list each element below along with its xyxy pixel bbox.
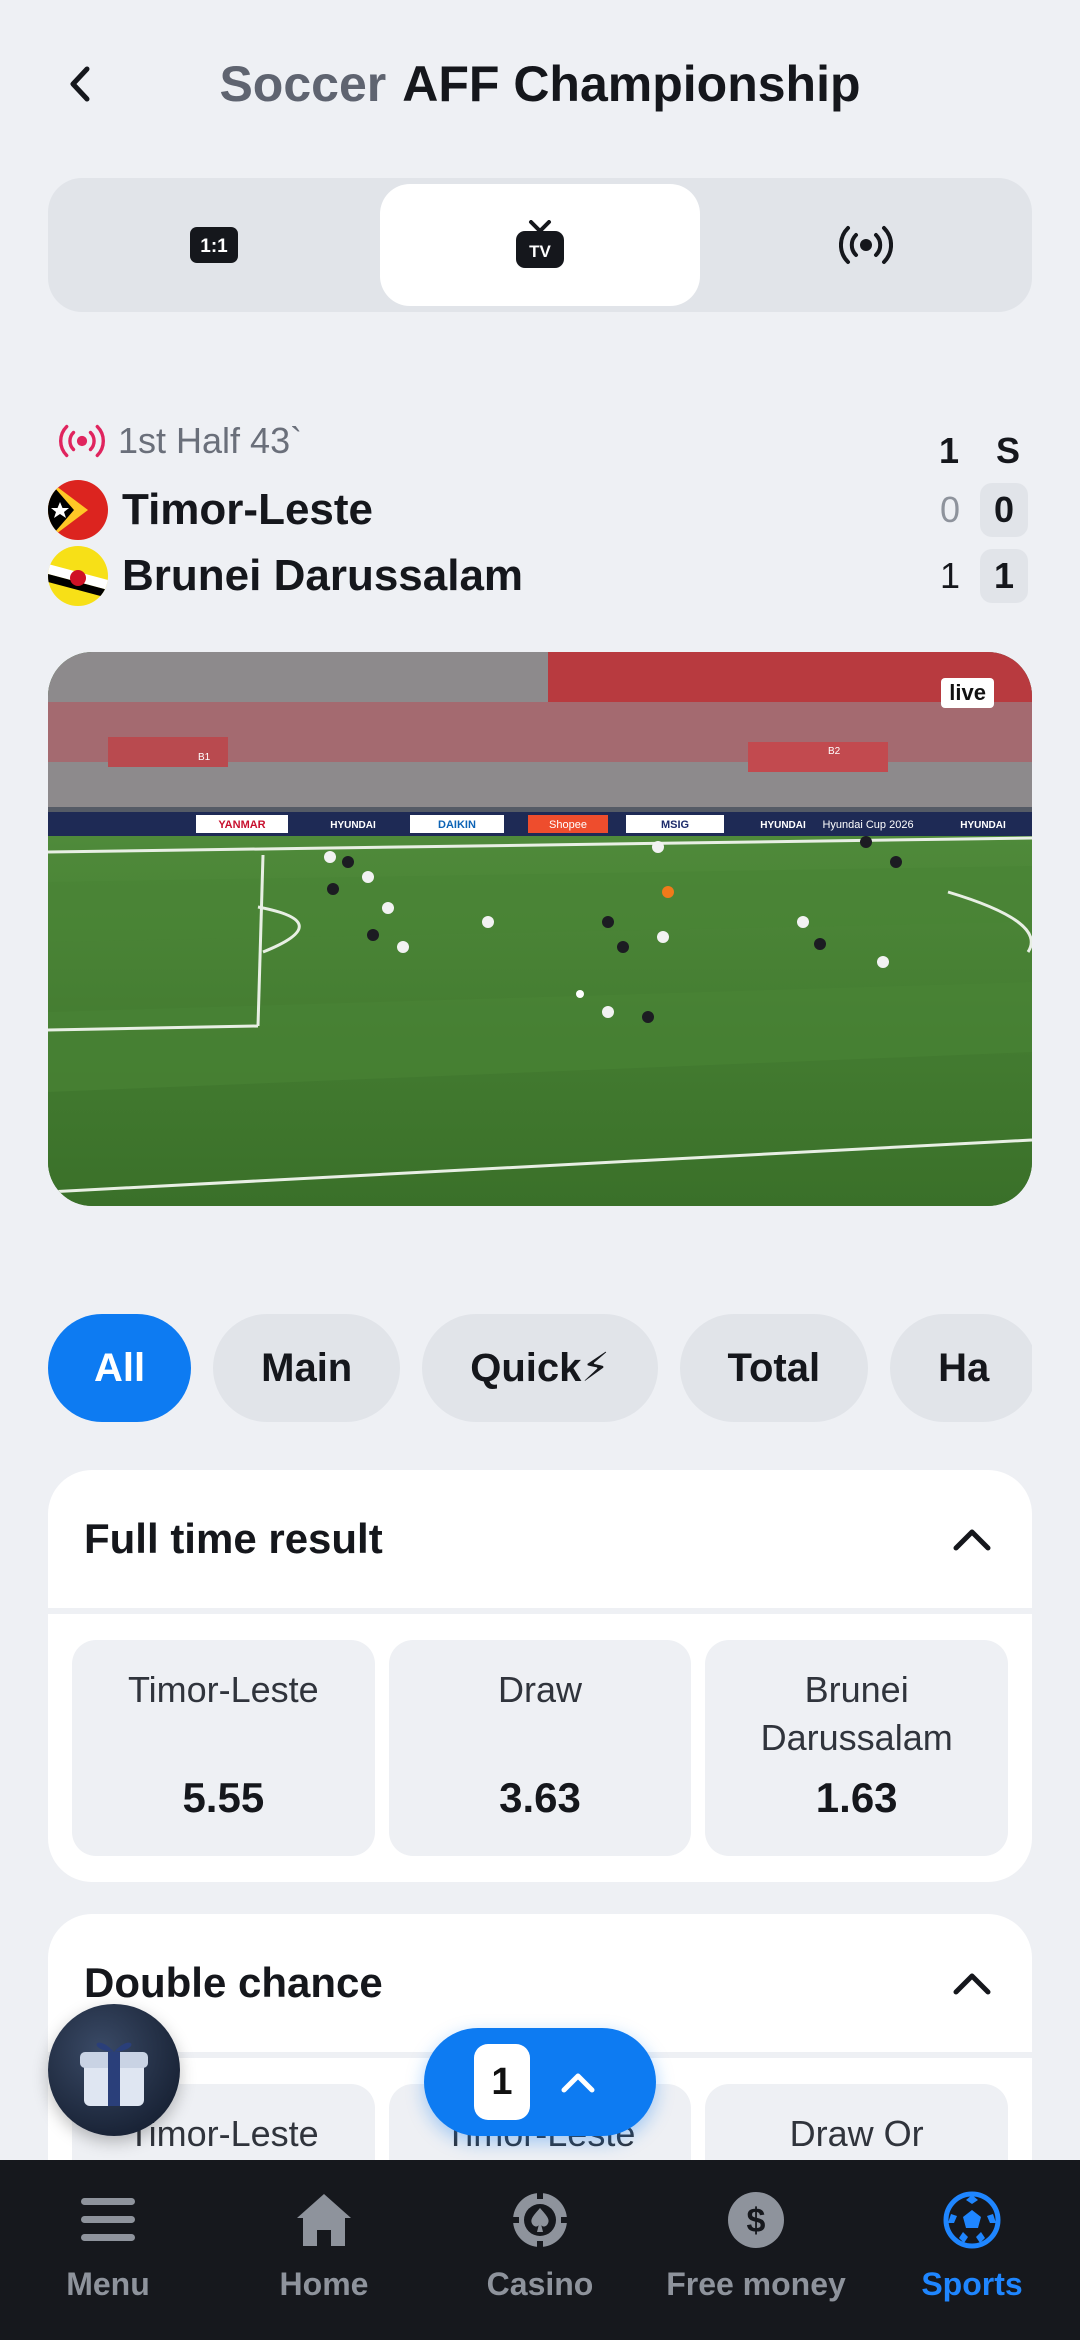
- team-half-score: 1: [939, 555, 961, 596]
- live-video-player[interactable]: YANMAR HYUNDAI DAIKIN Shopee MSIG HYUNDA…: [48, 652, 1032, 1206]
- chevron-up-icon: [953, 1529, 991, 1551]
- tv-icon: TV: [516, 220, 564, 268]
- tab-tv[interactable]: TV: [380, 184, 700, 306]
- team-name: Brunei Darussalam: [122, 551, 524, 600]
- tab-label: Menu: [66, 2266, 150, 2302]
- home-icon: [297, 2194, 351, 2246]
- casino-chip-icon: [511, 2191, 569, 2249]
- chip-total[interactable]: Total: [679, 1314, 869, 1422]
- match-status: 1st Half 43`: [58, 420, 302, 462]
- score-header-half: 1: [938, 430, 960, 471]
- market-title: Double chance: [84, 1959, 383, 2006]
- one-vs-one-icon: 1:1: [190, 227, 238, 263]
- chip-main[interactable]: Main: [213, 1314, 401, 1422]
- dollar-icon: $: [728, 2192, 784, 2248]
- bottom-tab-bar: Menu Home Casino $ Free money Sports: [0, 2160, 1080, 2340]
- betslip-count: 1: [474, 2044, 530, 2120]
- tab-free-money[interactable]: $ Free money: [648, 2160, 864, 2340]
- market-header[interactable]: Full time result: [48, 1470, 1032, 1614]
- market-card-full-time: Full time result Timor-Leste 5.55 Draw 3…: [48, 1470, 1032, 1882]
- tab-label: Free money: [666, 2266, 846, 2302]
- chevron-up-icon: [561, 2073, 595, 2093]
- sport-label: Soccer: [219, 56, 387, 112]
- betslip-button[interactable]: 1: [424, 2028, 656, 2136]
- svg-text:HYUNDAI: HYUNDAI: [330, 820, 376, 831]
- odd-button-draw[interactable]: Draw 3.63: [388, 1640, 692, 1856]
- odd-button-home[interactable]: Timor-Leste 5.55: [72, 1640, 375, 1856]
- live-icon: [59, 424, 105, 458]
- page-title: Soccer AFF Championship: [0, 52, 1080, 116]
- team-half-score: 0: [939, 489, 961, 530]
- header: Soccer AFF Championship: [0, 0, 1080, 168]
- live-badge: live: [941, 678, 994, 708]
- league-label: AFF Championship: [402, 56, 861, 112]
- odd-label: Timor-Leste: [127, 1669, 319, 1710]
- live-broadcast-icon: [839, 226, 893, 264]
- tab-casino[interactable]: Casino: [432, 2160, 648, 2340]
- tab-label: Home: [279, 2266, 369, 2302]
- odds-row: Timor-Leste 5.55 Draw 3.63 Brunei Daruss…: [48, 1614, 1032, 1880]
- odd-label: Draw: [498, 1669, 583, 1710]
- team-name: Timor-Leste: [122, 485, 374, 534]
- svg-text:B1: B1: [198, 752, 211, 763]
- tab-label: Casino: [486, 2266, 594, 2302]
- svg-text:TV: TV: [529, 242, 551, 261]
- chevron-up-icon: [953, 1973, 991, 1995]
- svg-text:HYUNDAI: HYUNDAI: [960, 820, 1006, 831]
- svg-text:Hyundai Cup 2026: Hyundai Cup 2026: [822, 819, 913, 831]
- market-filter-chips: All Main Quick⚡ Total Ha: [48, 1314, 1032, 1422]
- svg-text:$: $: [747, 2202, 766, 2240]
- video-frame: YANMAR HYUNDAI DAIKIN Shopee MSIG HYUNDA…: [48, 652, 1032, 1206]
- tab-menu[interactable]: Menu: [0, 2160, 216, 2340]
- score-header-total: S: [995, 430, 1020, 471]
- gift-button[interactable]: [48, 2004, 180, 2136]
- menu-icon: [81, 2198, 135, 2241]
- odd-label: Brunei Darussalam: [760, 1669, 953, 1758]
- tab-label: Sports: [921, 2266, 1023, 2302]
- svg-text:YANMAR: YANMAR: [218, 819, 265, 831]
- svg-text:Shopee: Shopee: [549, 819, 587, 831]
- brunei-flag-icon: [48, 546, 108, 606]
- odd-value: 1.63: [815, 1774, 898, 1821]
- team-row-away: Brunei Darussalam 1 1: [48, 544, 1032, 608]
- team-row-home: Timor-Leste 0 0: [48, 478, 1032, 542]
- svg-text:HYUNDAI: HYUNDAI: [760, 820, 806, 831]
- timor-leste-flag-icon: [48, 480, 108, 540]
- team-total-score: 1: [980, 549, 1028, 603]
- soccer-ball-icon: [943, 2191, 1001, 2249]
- tab-one-vs-one[interactable]: 1:1: [54, 184, 374, 306]
- odd-value: 5.55: [182, 1774, 265, 1821]
- svg-text:MSIG: MSIG: [661, 819, 689, 831]
- market-title: Full time result: [84, 1515, 383, 1562]
- gift-icon: [80, 2042, 148, 2106]
- team-total-score: 0: [980, 483, 1028, 537]
- chip-quick[interactable]: Quick⚡: [422, 1314, 658, 1422]
- tab-home[interactable]: Home: [216, 2160, 432, 2340]
- svg-text:B2: B2: [828, 746, 841, 757]
- chip-all[interactable]: All: [48, 1314, 192, 1422]
- tab-sports[interactable]: Sports: [864, 2160, 1080, 2340]
- odd-value: 3.63: [499, 1774, 581, 1821]
- odd-button-away[interactable]: Brunei Darussalam 1.63: [705, 1640, 1009, 1856]
- chip-ha[interactable]: Ha: [890, 1314, 1032, 1422]
- match-time: 1st Half 43`: [118, 420, 303, 461]
- svg-text:DAIKIN: DAIKIN: [438, 819, 476, 831]
- svg-text:1:1: 1:1: [200, 236, 228, 257]
- view-mode-switch: 1:1 TV: [48, 178, 1032, 312]
- tab-live-broadcast[interactable]: [706, 184, 1026, 306]
